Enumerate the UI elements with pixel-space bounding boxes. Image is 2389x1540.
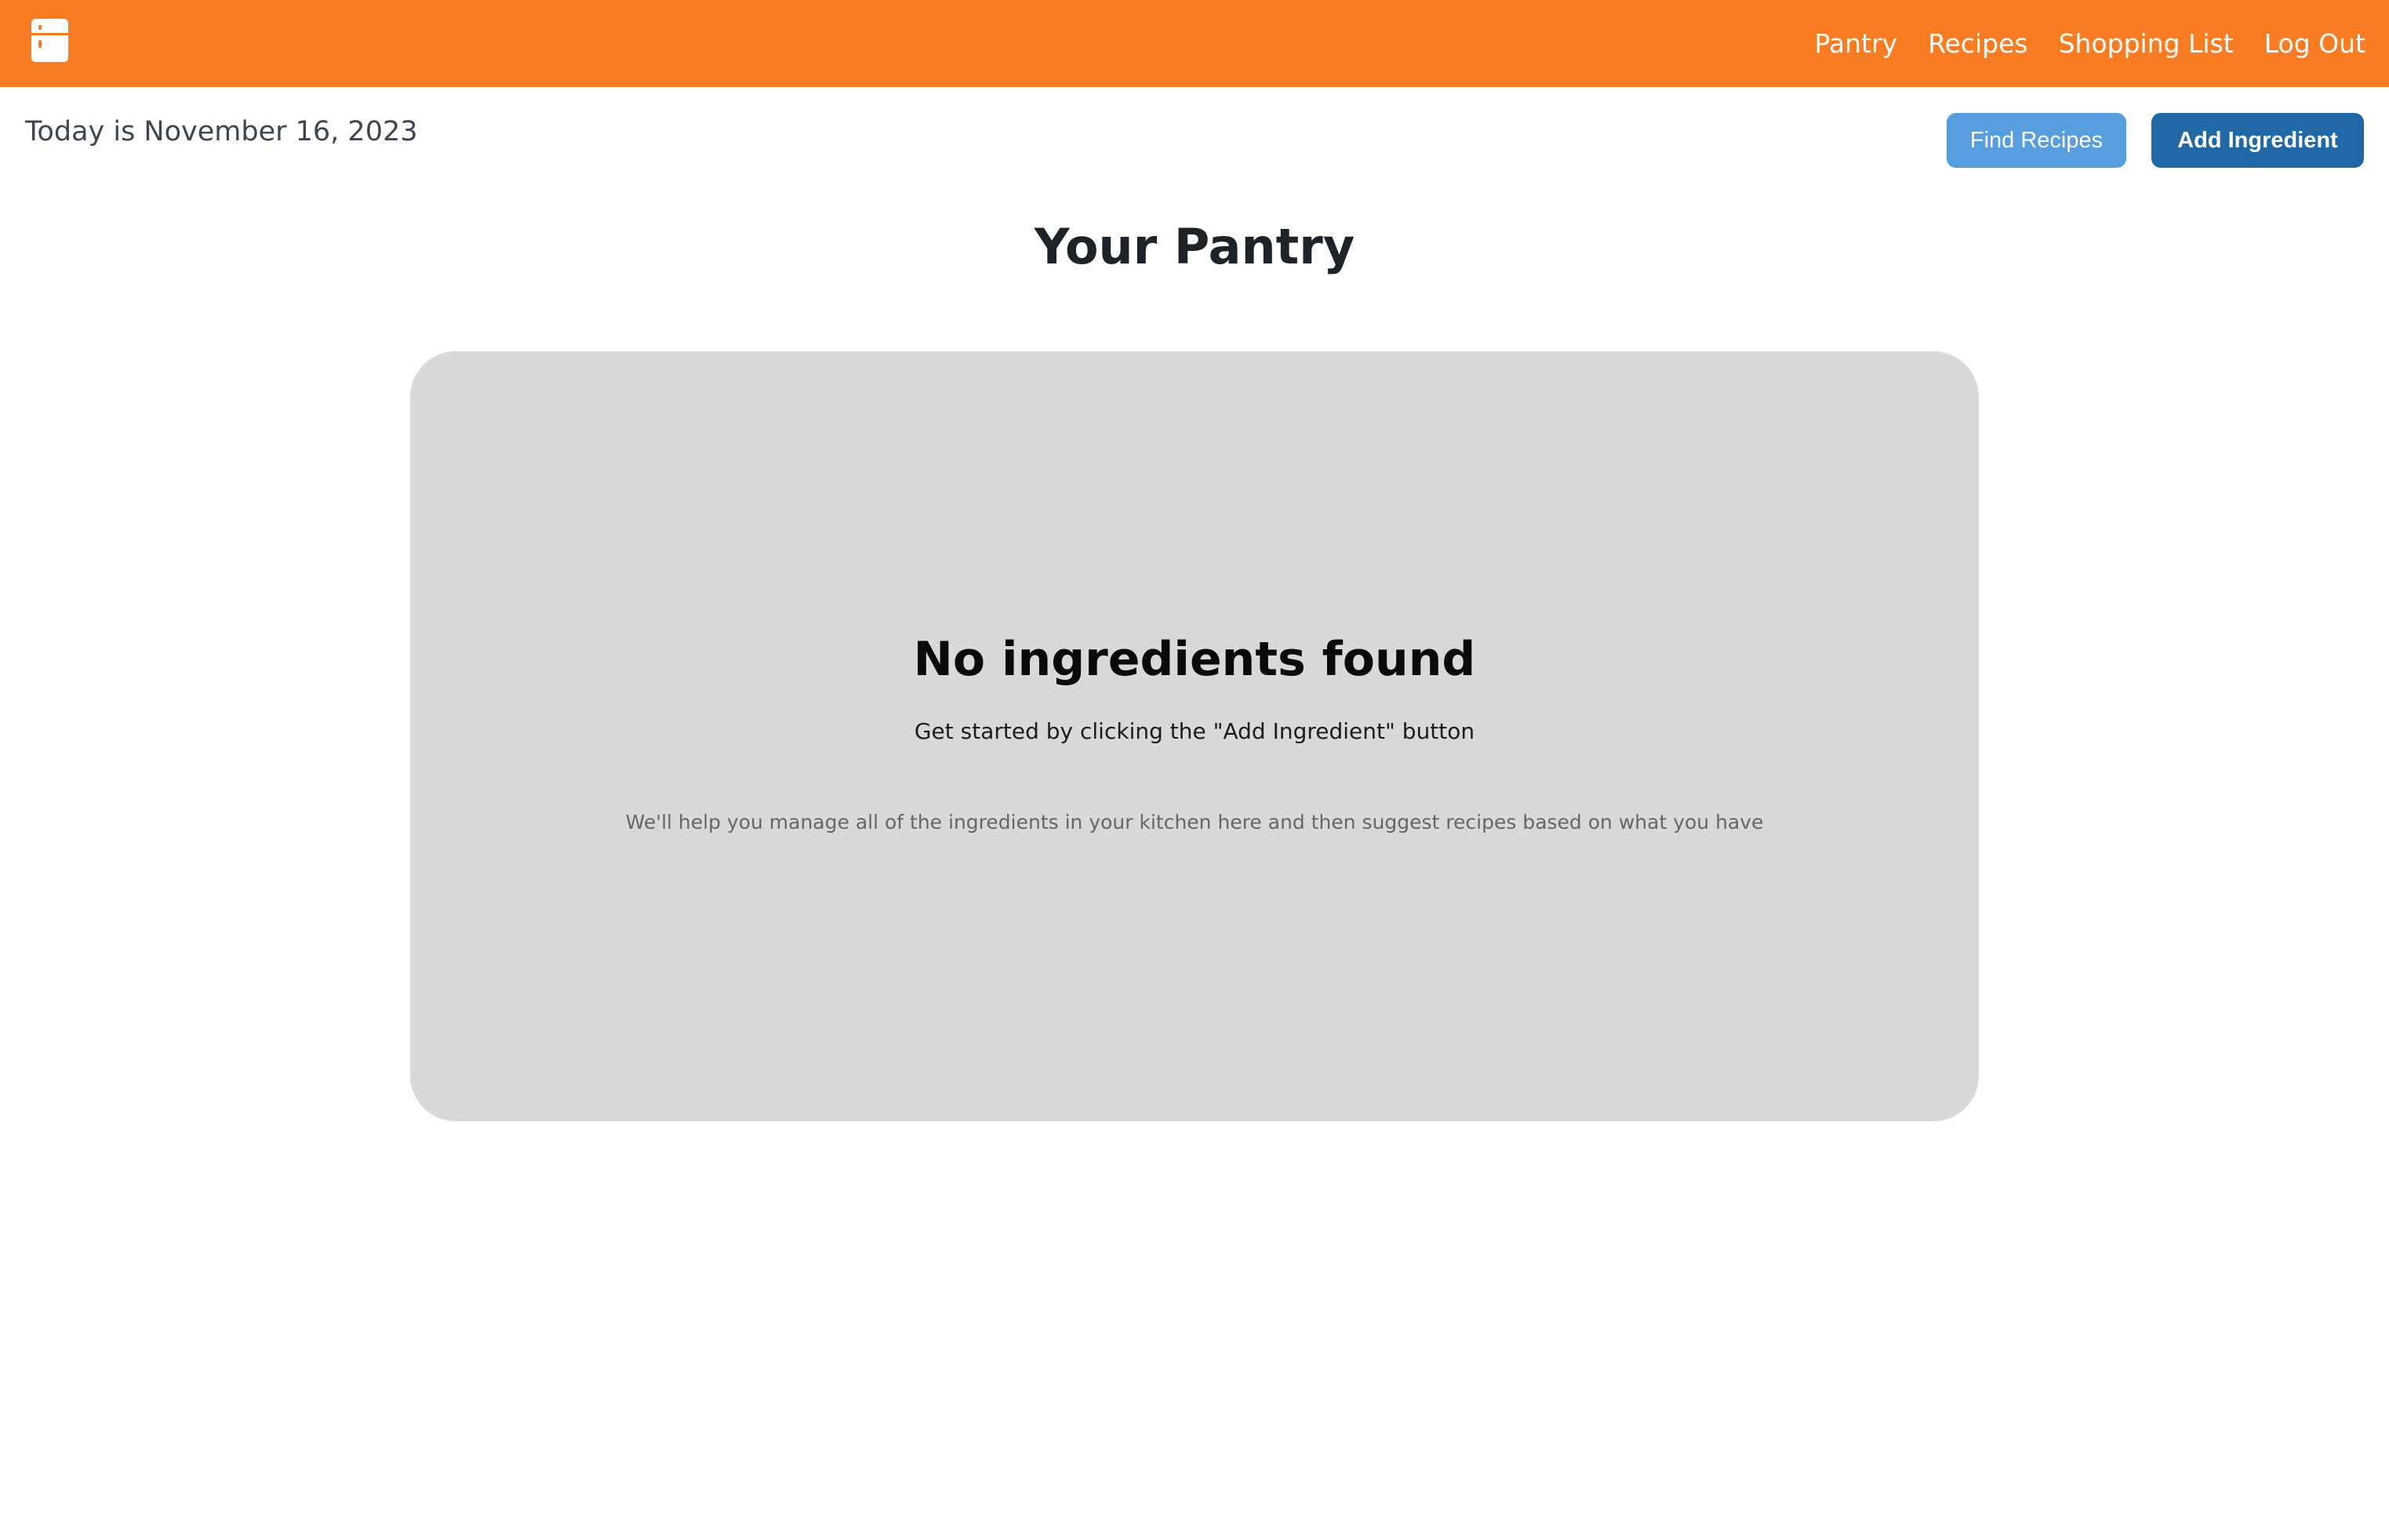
nav-links: Pantry Recipes Shopping List Log Out bbox=[1784, 0, 2365, 87]
nav-link-recipes[interactable]: Recipes bbox=[1928, 28, 2028, 59]
empty-state-subheading: Get started by clicking the "Add Ingredi… bbox=[914, 718, 1475, 744]
top-navbar: Pantry Recipes Shopping List Log Out bbox=[0, 0, 2389, 87]
nav-link-shopping-list[interactable]: Shopping List bbox=[2059, 28, 2234, 59]
empty-state-heading: No ingredients found bbox=[913, 632, 1476, 687]
find-recipes-button[interactable]: Find Recipes bbox=[1947, 113, 2126, 168]
nav-link-pantry[interactable]: Pantry bbox=[1814, 28, 1897, 59]
empty-state-note: We'll help you manage all of the ingredi… bbox=[625, 811, 1764, 834]
nav-link-log-out[interactable]: Log Out bbox=[2264, 28, 2365, 59]
current-date: Today is November 16, 2023 bbox=[25, 116, 418, 147]
add-ingredient-button[interactable]: Add Ingredient bbox=[2151, 113, 2364, 168]
page-title: Your Pantry bbox=[1034, 218, 1355, 275]
fridge-icon[interactable] bbox=[31, 19, 68, 62]
empty-state-card: No ingredients found Get started by clic… bbox=[410, 351, 1979, 1121]
